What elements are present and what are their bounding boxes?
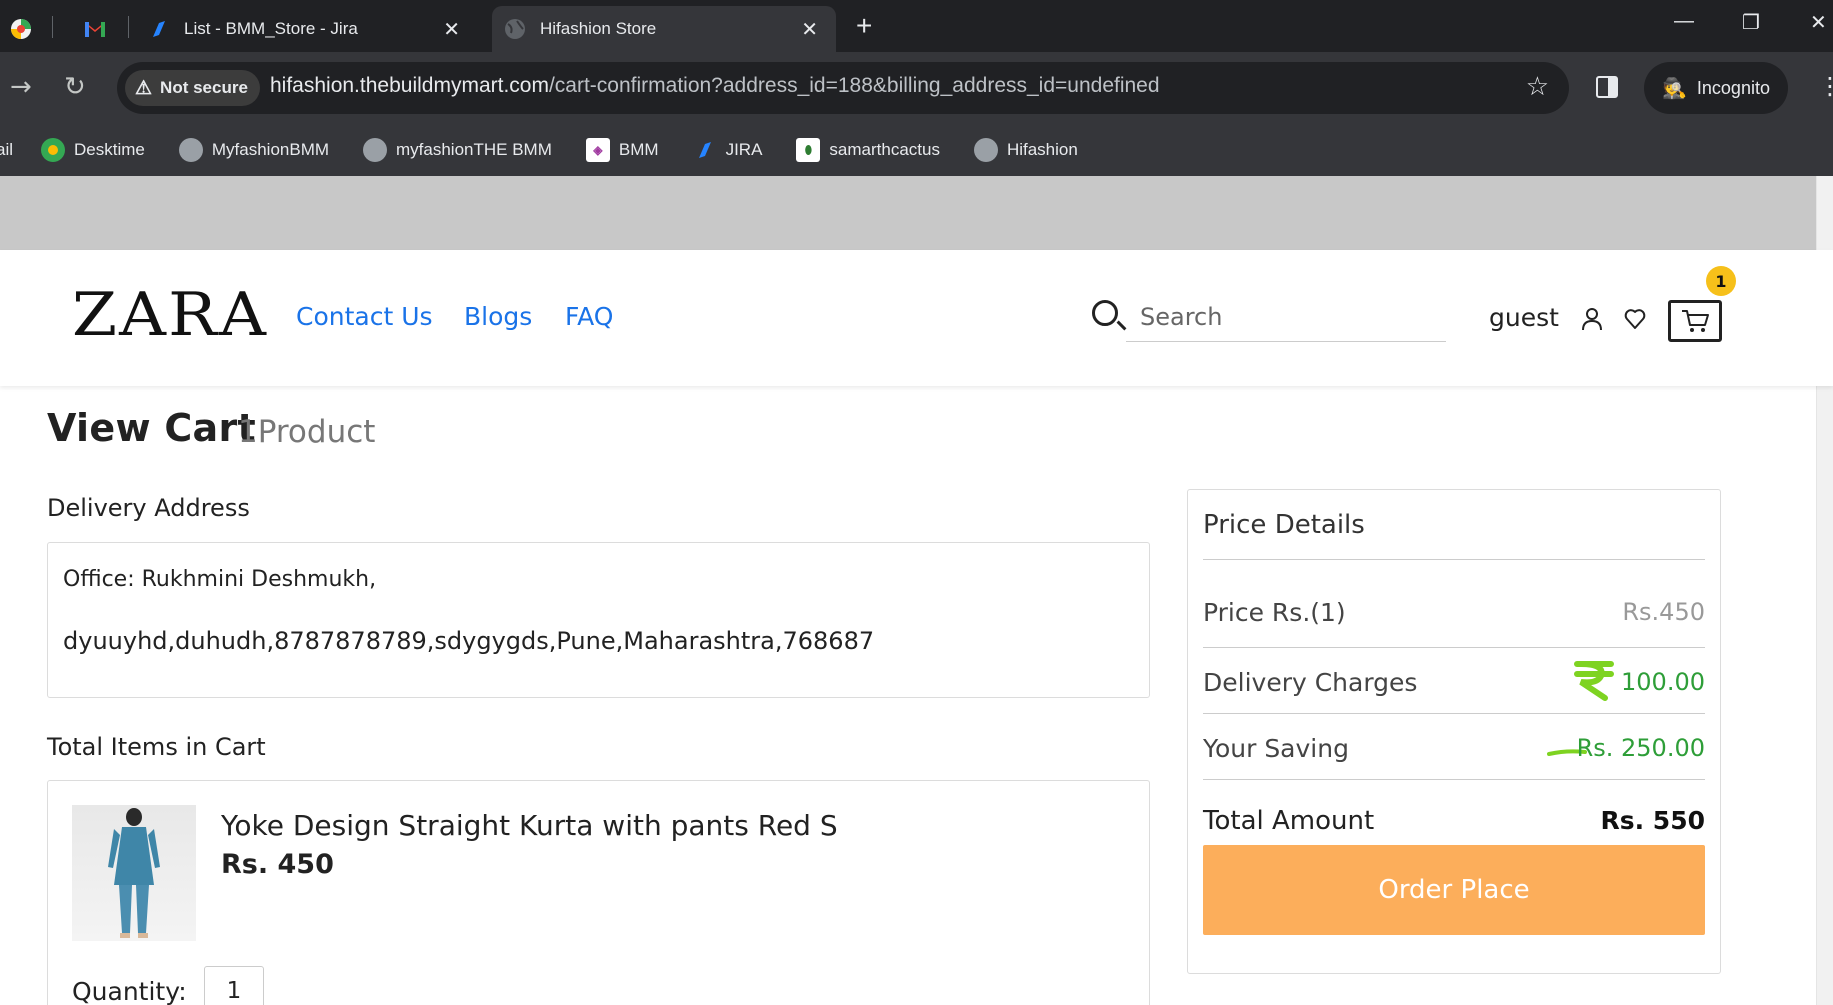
bookmarks-bar: ail Desktime MyfashionBMM myfashionTHE B… bbox=[0, 124, 1833, 176]
globe-icon bbox=[504, 18, 526, 40]
delivery-charges-row: Delivery Charges 100.00 bbox=[1203, 647, 1705, 713]
tab-pinned-1[interactable] bbox=[10, 6, 44, 52]
cactus-icon: ⬮ bbox=[796, 138, 821, 162]
bookmark-bmm[interactable]: ◈ BMM bbox=[585, 138, 659, 162]
total-label: Total Amount bbox=[1203, 806, 1375, 836]
delivery-address-heading: Delivery Address bbox=[47, 494, 250, 522]
delivery-address-card: Office: Rukhmini Deshmukh, dyuuyhd,duhud… bbox=[47, 542, 1150, 698]
globe-icon bbox=[363, 138, 388, 162]
logo[interactable]: ZARA bbox=[72, 280, 268, 350]
search-input[interactable] bbox=[1126, 292, 1446, 342]
menu-kebab-icon[interactable]: ⋮ bbox=[1818, 72, 1833, 100]
product-price: Rs. 450 bbox=[221, 849, 334, 880]
user-icon[interactable] bbox=[1582, 307, 1602, 331]
saving-row: Your Saving Rs. 250.00 bbox=[1203, 713, 1705, 779]
bookmark-hifashion[interactable]: Hifashion bbox=[973, 138, 1078, 162]
bookmark-desktime[interactable]: Desktime bbox=[41, 138, 145, 162]
bookmark-samarthcactus[interactable]: ⬮ samarthcactus bbox=[796, 138, 940, 162]
saving-value: Rs. 250.00 bbox=[1576, 734, 1705, 762]
gmail-icon bbox=[84, 18, 106, 40]
bookmark-gmail[interactable]: ail bbox=[0, 140, 13, 160]
cart-item-card: Yoke Design Straight Kurta with pants Re… bbox=[47, 780, 1150, 1005]
bookmark-myfashionthebmm[interactable]: myfashionTHE BMM bbox=[363, 138, 552, 162]
tab-jira[interactable]: List - BMM_Store - Jira ✕ bbox=[148, 6, 478, 52]
delivery-charges-label: Delivery Charges bbox=[1203, 668, 1418, 697]
quantity-label: Quantity: bbox=[72, 977, 187, 1005]
bookmark-jira[interactable]: JIRA bbox=[693, 138, 762, 162]
globe-icon bbox=[178, 138, 203, 162]
price-details-card: Price Details Price Rs.(1) Rs.450 Delive… bbox=[1187, 489, 1721, 974]
bmm-logo-icon: ◈ bbox=[585, 138, 610, 162]
nav-faq[interactable]: FAQ bbox=[565, 302, 613, 331]
total-value: Rs. 550 bbox=[1600, 806, 1705, 835]
restore-icon[interactable]: ❐ bbox=[1742, 10, 1760, 35]
cart-count-badge: 1 bbox=[1706, 266, 1736, 296]
search-icon[interactable] bbox=[1092, 300, 1118, 326]
forward-arrow-icon[interactable]: → bbox=[10, 72, 32, 102]
price-label: Price Rs.(1) bbox=[1203, 598, 1346, 627]
order-place-button[interactable]: Order Place bbox=[1203, 845, 1705, 935]
jira-icon bbox=[693, 138, 717, 162]
product-image[interactable] bbox=[72, 805, 196, 941]
top-banner-strip bbox=[0, 176, 1833, 250]
price-value: Rs.450 bbox=[1622, 598, 1705, 626]
address-name-line: Office: Rukhmini Deshmukh, bbox=[63, 567, 377, 592]
cart-items-heading: Total Items in Cart bbox=[47, 733, 266, 761]
side-panel-icon[interactable] bbox=[1596, 76, 1618, 98]
incognito-icon: 🕵 bbox=[1662, 77, 1687, 100]
address-detail-line: dyuuyhd,duhudh,8787878789,sdygygds,Pune,… bbox=[63, 627, 875, 655]
bookmark-star-icon[interactable]: ☆ bbox=[1526, 72, 1549, 102]
nav-blogs[interactable]: Blogs bbox=[464, 302, 532, 331]
user-name[interactable]: guest bbox=[1489, 303, 1559, 332]
jira-icon bbox=[148, 18, 170, 40]
site-header: ZARA Contact Us Blogs FAQ guest 1 bbox=[0, 250, 1833, 386]
close-icon[interactable]: ✕ bbox=[443, 17, 460, 42]
rupee-scribble-icon bbox=[1574, 661, 1614, 701]
reload-icon[interactable]: ↻ bbox=[64, 72, 86, 102]
tab-hifashion-label: Hifashion Store bbox=[540, 19, 657, 38]
price-details-title: Price Details bbox=[1203, 510, 1365, 540]
tab-jira-label: List - BMM_Store - Jira bbox=[184, 19, 358, 38]
nav-contact-us[interactable]: Contact Us bbox=[296, 302, 433, 331]
incognito-chip[interactable]: 🕵 Incognito bbox=[1644, 62, 1788, 114]
heart-icon[interactable] bbox=[1624, 308, 1646, 330]
total-row: Total Amount Rs. 550 bbox=[1203, 779, 1705, 845]
saving-label: Your Saving bbox=[1203, 734, 1349, 763]
close-icon[interactable]: ✕ bbox=[801, 17, 818, 42]
cart-icon bbox=[1682, 310, 1709, 332]
globe-green-icon bbox=[10, 18, 32, 40]
minimize-icon[interactable]: — bbox=[1674, 10, 1694, 33]
browser-toolbar: → ↻ ⚠ Not secure hifashion.thebuildmymar… bbox=[0, 52, 1833, 176]
globe-icon bbox=[973, 138, 998, 162]
cart-button[interactable] bbox=[1668, 300, 1722, 342]
tab-gmail[interactable] bbox=[84, 6, 118, 52]
product-count: 1Product bbox=[238, 414, 376, 450]
price-row: Price Rs.(1) Rs.450 bbox=[1203, 559, 1705, 627]
url-text[interactable]: hifashion.thebuildmymart.com/cart-confir… bbox=[270, 74, 1160, 98]
browser-tab-bar: List - BMM_Store - Jira ✕ Hifashion Stor… bbox=[0, 0, 1833, 52]
window-close-icon[interactable]: ✕ bbox=[1810, 10, 1827, 35]
desktime-icon bbox=[41, 138, 66, 162]
page-title: View Cart bbox=[47, 406, 257, 450]
product-name[interactable]: Yoke Design Straight Kurta with pants Re… bbox=[221, 809, 838, 842]
warning-triangle-icon: ⚠ bbox=[135, 77, 153, 99]
bookmark-myfashionbmm[interactable]: MyfashionBMM bbox=[178, 138, 329, 162]
address-bar[interactable]: ⚠ Not secure hifashion.thebuildmymart.co… bbox=[117, 62, 1569, 114]
delivery-charges-value: 100.00 bbox=[1621, 668, 1705, 696]
new-tab-plus-icon[interactable]: + bbox=[856, 10, 872, 42]
not-secure-chip[interactable]: ⚠ Not secure bbox=[125, 70, 260, 106]
search-bar bbox=[1090, 292, 1446, 342]
tab-hifashion[interactable]: Hifashion Store ✕ bbox=[492, 6, 836, 52]
quantity-input[interactable] bbox=[204, 966, 264, 1005]
